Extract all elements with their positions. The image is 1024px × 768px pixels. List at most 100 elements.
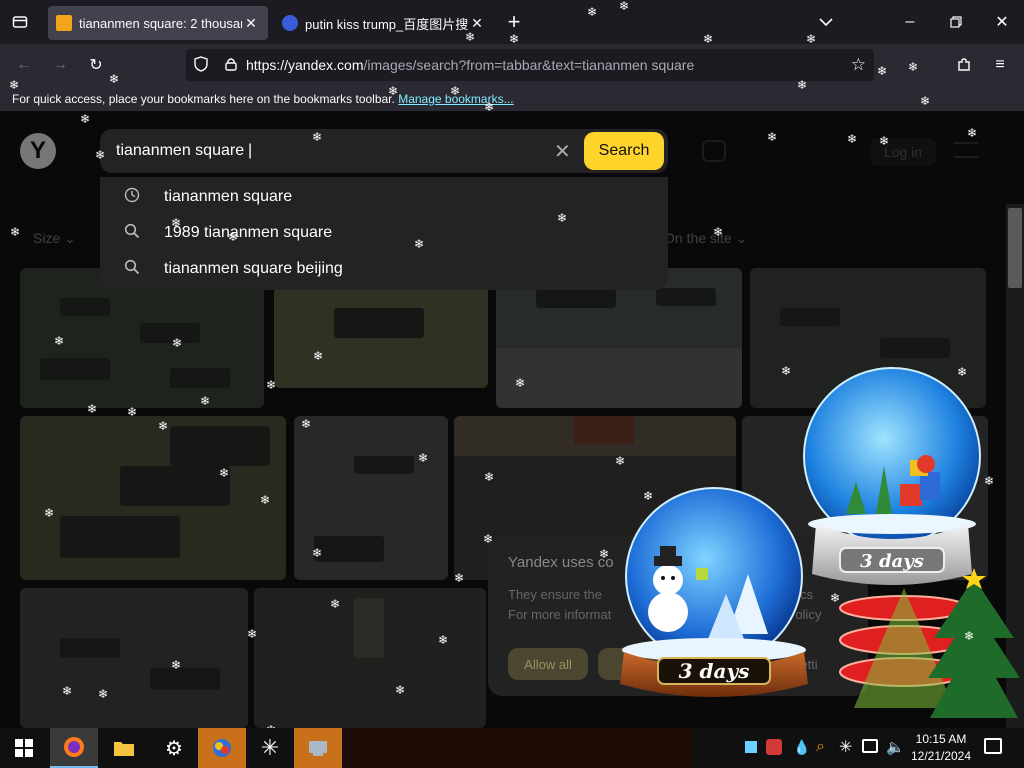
- snowflake-icon: ❄: [127, 405, 138, 419]
- snowflake-icon: ❄: [920, 94, 931, 108]
- image-favicon-icon: [56, 15, 72, 31]
- taskbar-preview-strip: [344, 728, 692, 768]
- remote-app-icon[interactable]: [294, 728, 342, 768]
- snowflake-icon: ❄: [847, 132, 858, 146]
- snowflake-icon: ❄: [615, 454, 626, 468]
- snowflake-icon: ❄: [484, 100, 495, 114]
- snowflake-icon: ❄: [312, 130, 323, 144]
- close-tab-icon[interactable]: ✕: [468, 15, 486, 32]
- snowflake-icon: ❄: [830, 591, 841, 605]
- lock-icon[interactable]: [216, 57, 246, 74]
- snowflake-icon: ❄: [713, 225, 724, 239]
- tab-yandex[interactable]: tiananmen square: 2 thousand ✕: [48, 6, 268, 40]
- close-tab-icon[interactable]: ✕: [242, 15, 260, 32]
- snowflake-icon: ❄: [313, 349, 324, 363]
- snowflake-icon: ❄: [587, 5, 598, 19]
- clear-search-icon[interactable]: ✕: [554, 139, 571, 164]
- extensions-icon[interactable]: [952, 53, 976, 77]
- text-caret: |: [248, 142, 253, 159]
- restore-button[interactable]: [944, 10, 968, 34]
- bookmarks-toolbar: For quick access, place your bookmarks h…: [0, 86, 1024, 112]
- snowflake-icon: ❄: [767, 130, 778, 144]
- tray-snowflake-icon[interactable]: ✳: [839, 737, 852, 757]
- snowflake-icon: ❄: [438, 633, 449, 647]
- snowflake-icon: ❄: [450, 84, 461, 98]
- snowflake-icon: ❄: [465, 30, 476, 44]
- search-button[interactable]: Search: [584, 132, 664, 170]
- clock-time: 10:15 AM: [915, 732, 967, 746]
- suggestion-item[interactable]: tiananmen square beijing: [100, 251, 668, 287]
- snowflake-icon: ❄: [418, 451, 429, 465]
- snowflake-icon: ❄: [643, 489, 654, 503]
- snowflake-icon: ❄: [797, 78, 808, 92]
- tray-app-icon[interactable]: [766, 739, 782, 755]
- snowflake-icon: ❄: [260, 493, 271, 507]
- search-box[interactable]: tiananmen square | ✕: [100, 129, 668, 173]
- app-menu-icon[interactable]: ≡: [988, 53, 1012, 77]
- snowflake-icon: ❄: [312, 546, 323, 560]
- notifications-icon[interactable]: [984, 738, 1002, 754]
- minimize-button[interactable]: –: [898, 10, 922, 34]
- snowflake-icon: ❄: [984, 474, 995, 488]
- back-button[interactable]: ←: [12, 53, 36, 77]
- windows-logo-icon: [15, 739, 33, 757]
- volume-icon[interactable]: 🔈: [886, 738, 905, 756]
- snowflake-icon: ❄: [10, 225, 21, 239]
- snowflake-icon: ❄: [619, 0, 630, 13]
- firefox-taskbar-icon[interactable]: [50, 728, 98, 768]
- snowflake-icon: ❄: [395, 683, 406, 697]
- search-icon: [100, 223, 164, 244]
- network-icon[interactable]: [862, 739, 878, 753]
- scrollbar-thumb[interactable]: [1008, 208, 1022, 288]
- list-tabs-chevron-icon[interactable]: [814, 10, 838, 34]
- search-input[interactable]: tiananmen square: [116, 142, 244, 160]
- snowflake-icon: ❄: [957, 365, 968, 379]
- tab-baidu[interactable]: putin kiss trump_百度图片搜索 ✕: [274, 6, 494, 40]
- shield-icon[interactable]: [186, 55, 216, 75]
- snowflake-icon: ❄: [964, 629, 975, 643]
- forward-button[interactable]: →: [48, 53, 72, 77]
- suggestion-item[interactable]: 1989 tiananmen square: [100, 215, 668, 251]
- allow-all-button[interactable]: Allow all: [508, 648, 588, 680]
- bookmark-star-icon[interactable]: ☆: [851, 55, 866, 75]
- reload-button[interactable]: ↻: [84, 53, 108, 77]
- snowflake-icon: ❄: [806, 32, 817, 46]
- url-path: /images/search?from=tabbar&text=tiananme…: [363, 57, 695, 73]
- snowflake-icon: ❄: [703, 32, 714, 46]
- snowflake-icon: ❄: [109, 72, 120, 86]
- new-tab-button[interactable]: +: [502, 9, 526, 34]
- snowflake-icon: ❄: [95, 148, 106, 162]
- christmas-tree-widget[interactable]: [834, 568, 1024, 728]
- snowflake-icon: ❄: [228, 230, 239, 244]
- nav-bar: ← → ↻ https://yandex.com/images/search?f…: [0, 44, 1024, 86]
- settings-gear-icon[interactable]: ⚙: [150, 728, 198, 768]
- tray-square-icon[interactable]: [745, 741, 757, 753]
- snowflake-icon: ❄: [388, 84, 399, 98]
- system-clock[interactable]: 10:15 AM 12/21/2024: [906, 731, 976, 765]
- snowflake-icon: ❄: [908, 60, 919, 74]
- snowflake-icon: ❄: [484, 470, 495, 484]
- start-button[interactable]: [0, 728, 48, 768]
- close-window-button[interactable]: ✕: [990, 10, 1014, 34]
- snowflake-icon: ❄: [44, 506, 55, 520]
- file-explorer-icon[interactable]: [100, 728, 148, 768]
- snowflake-icon: ❄: [330, 597, 341, 611]
- snowflake-icon: ❄: [98, 687, 109, 701]
- snowflake-icon: ❄: [266, 378, 277, 392]
- tray-drop-icon[interactable]: 💧: [793, 739, 810, 756]
- clock-date: 12/21/2024: [910, 749, 972, 763]
- snowflake-icon: ❄: [171, 216, 182, 230]
- tray-search-icon[interactable]: ⌕: [816, 738, 825, 756]
- url-bar[interactable]: https://yandex.com/images/search?from=ta…: [186, 49, 874, 81]
- snowflake-app-icon[interactable]: ✳: [246, 728, 294, 768]
- snow-globe-widget-snowman[interactable]: 3 days: [608, 484, 820, 704]
- snowflake-icon: ❄: [54, 334, 65, 348]
- snowflake-icon: ❄: [87, 402, 98, 416]
- firefox-view-button[interactable]: [8, 10, 32, 34]
- history-icon: [100, 187, 164, 208]
- snowflake-icon: ❄: [454, 571, 465, 585]
- snow-globe-widget-gifts[interactable]: 3 days: [796, 364, 992, 592]
- suggestion-item[interactable]: tiananmen square: [100, 179, 668, 215]
- snowflake-icon: ❄: [557, 211, 568, 225]
- app-taskbar-icon[interactable]: [198, 728, 246, 768]
